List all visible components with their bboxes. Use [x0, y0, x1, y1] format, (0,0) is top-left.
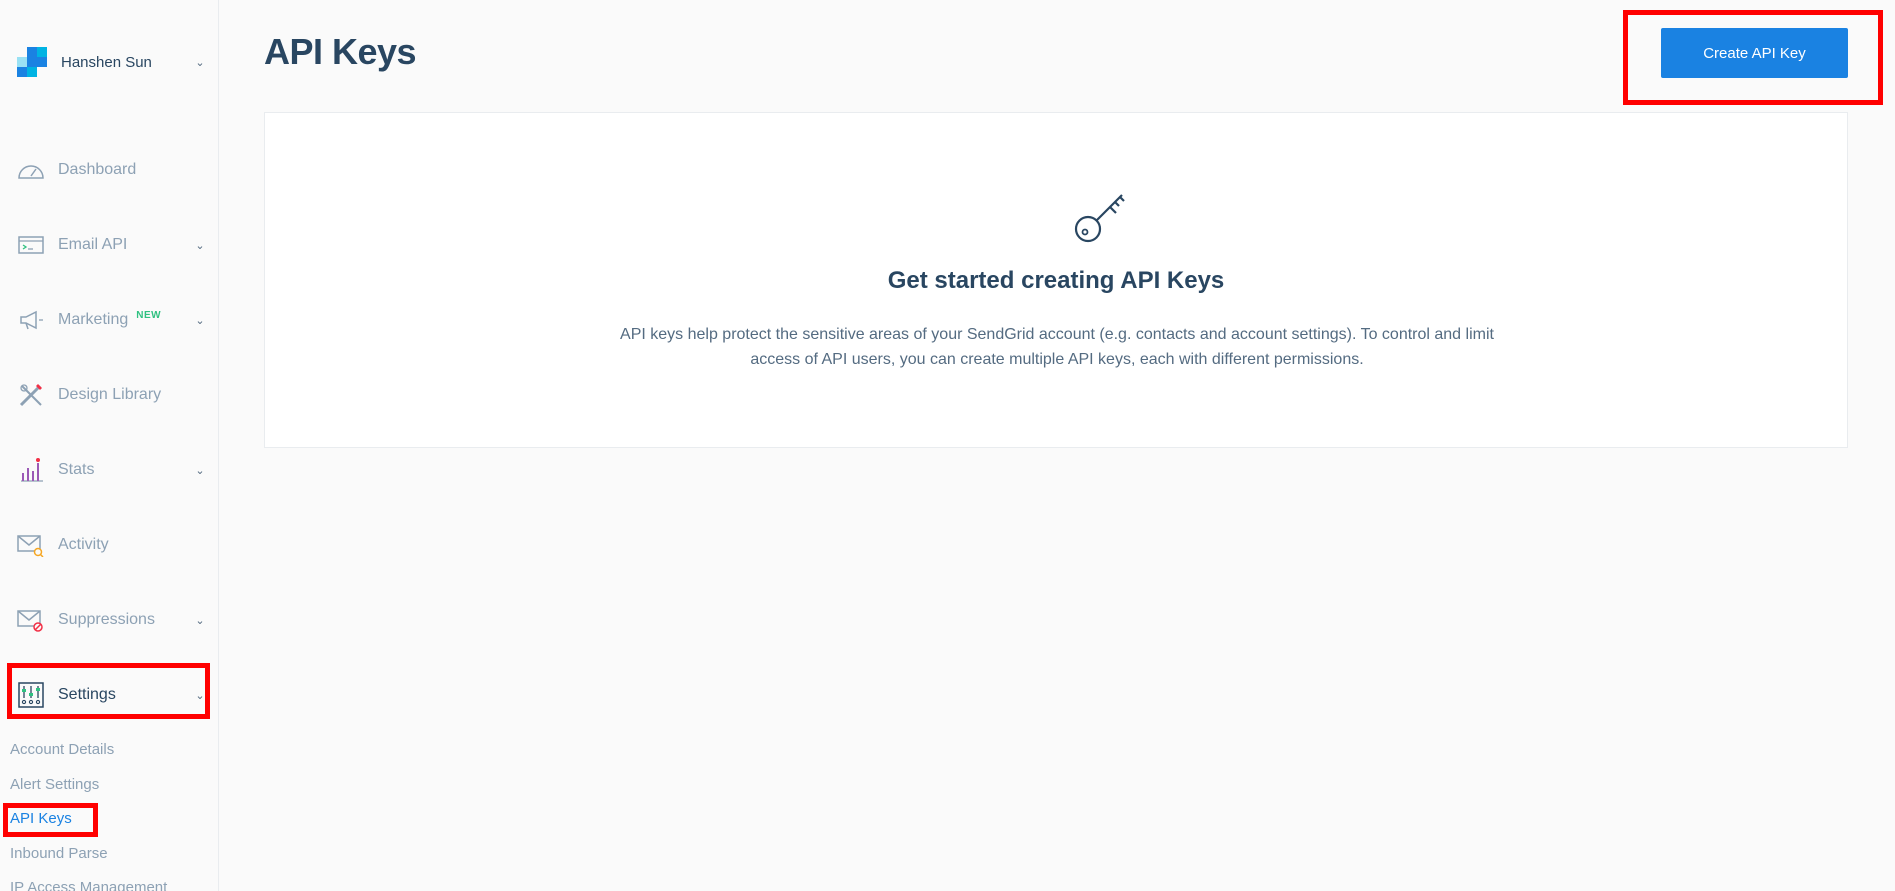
- design-library-icon: [17, 381, 45, 409]
- chevron-down-icon: ⌄: [195, 314, 205, 327]
- sidebar-item-marketing[interactable]: Marketing NEW ⌄: [17, 302, 207, 338]
- main-content: API Keys Create API Key Get started crea…: [220, 0, 1895, 891]
- settings-subitem-alert-settings[interactable]: Alert Settings: [10, 776, 99, 793]
- settings-subitem-account-details[interactable]: Account Details: [10, 741, 114, 758]
- settings-subitem-api-keys[interactable]: API Keys: [10, 810, 72, 827]
- chevron-down-icon: ⌄: [195, 56, 205, 69]
- chevron-down-icon: ⌄: [195, 689, 205, 702]
- key-icon: [1070, 187, 1130, 247]
- chevron-down-icon: ⌄: [195, 464, 205, 477]
- sidebar-item-label: Dashboard: [58, 161, 137, 178]
- sidebar-item-label: Design Library: [58, 386, 162, 403]
- megaphone-icon: [17, 306, 45, 334]
- settings-subitem-inbound-parse[interactable]: Inbound Parse: [10, 845, 108, 862]
- sidebar-item-design-library[interactable]: Design Library: [17, 377, 207, 413]
- empty-state-title: Get started creating API Keys: [887, 267, 1225, 294]
- empty-state-card: Get started creating API Keys API keys h…: [264, 112, 1848, 448]
- chevron-down-icon: ⌄: [195, 239, 205, 252]
- new-badge: NEW: [136, 309, 162, 321]
- sidebar-item-label: Email API: [58, 236, 128, 253]
- settings-icon: [17, 681, 45, 709]
- dashboard-icon: [17, 156, 45, 184]
- sidebar-item-label: Activity: [58, 536, 109, 553]
- suppressions-icon: [17, 606, 45, 634]
- sidebar-item-label: Marketing: [58, 311, 129, 328]
- chevron-down-icon: ⌄: [195, 614, 205, 627]
- stats-icon: [17, 456, 45, 484]
- sidebar-item-dashboard[interactable]: Dashboard: [17, 152, 207, 188]
- create-api-key-button[interactable]: Create API Key: [1661, 28, 1848, 78]
- sidebar-item-activity[interactable]: Activity: [17, 527, 207, 563]
- sidebar-item-stats[interactable]: Stats ⌄: [17, 452, 207, 488]
- sendgrid-logo-icon: [17, 47, 47, 77]
- sidebar-item-label: Stats: [58, 461, 95, 478]
- sidebar-item-suppressions[interactable]: Suppressions ⌄: [17, 602, 207, 638]
- empty-state-description: API keys help protect the sensitive area…: [620, 326, 1494, 368]
- sidebar-item-email-api[interactable]: Email API ⌄: [17, 227, 207, 263]
- page-title: API Keys: [264, 31, 417, 72]
- email-api-icon: [17, 231, 45, 259]
- account-name: Hanshen Sun: [61, 53, 152, 71]
- sidebar-item-settings[interactable]: Settings ⌄: [17, 677, 207, 713]
- sidebar-item-label: Suppressions: [58, 611, 155, 628]
- account-switcher[interactable]: Hanshen Sun ⌄: [17, 44, 207, 80]
- sidebar-item-label: Settings: [58, 686, 116, 703]
- sidebar: Hanshen Sun ⌄ Dashboard Email API ⌄ Mark…: [0, 0, 219, 891]
- activity-icon: [17, 531, 45, 559]
- settings-subitem-ip-access-management[interactable]: IP Access Management: [10, 879, 167, 891]
